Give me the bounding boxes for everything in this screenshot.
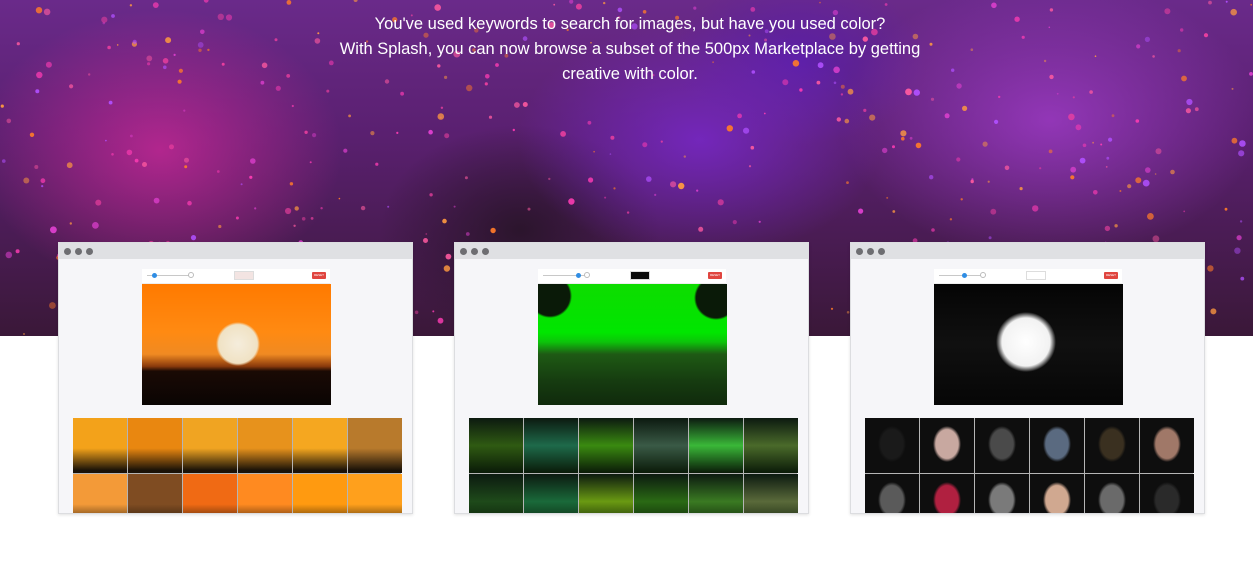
result-thumbnail[interactable] <box>524 418 578 473</box>
results-grid <box>469 418 798 513</box>
brightness-slider-track[interactable] <box>939 275 983 276</box>
reset-button[interactable]: RESET <box>1104 272 1118 279</box>
result-thumbnail[interactable] <box>348 474 402 513</box>
result-thumbnail[interactable] <box>128 418 182 473</box>
window-dot-icon <box>75 248 82 255</box>
window-dot-icon <box>482 248 489 255</box>
result-thumbnail[interactable] <box>634 418 688 473</box>
result-thumbnail[interactable] <box>73 418 127 473</box>
result-thumbnail[interactable] <box>469 474 523 513</box>
window-titlebar <box>455 243 808 259</box>
browser-window-mono: RESET <box>850 242 1205 514</box>
color-drawing-canvas[interactable] <box>934 284 1123 405</box>
result-thumbnail[interactable] <box>689 418 743 473</box>
result-thumbnail[interactable] <box>975 418 1029 473</box>
color-swatch[interactable] <box>234 271 254 280</box>
results-grid <box>865 418 1194 513</box>
reset-button[interactable]: RESET <box>708 272 722 279</box>
window-dot-icon <box>856 248 863 255</box>
result-thumbnail[interactable] <box>238 474 292 513</box>
brightness-slider-end <box>188 272 194 278</box>
result-thumbnail[interactable] <box>744 474 798 513</box>
brightness-slider-knob[interactable] <box>576 273 581 278</box>
hero-line-2: With Splash, you can now browse a subset… <box>339 40 921 58</box>
result-thumbnail[interactable] <box>1030 474 1084 513</box>
brightness-slider-end <box>584 272 590 278</box>
result-thumbnail[interactable] <box>744 418 798 473</box>
result-thumbnail[interactable] <box>689 474 743 513</box>
result-thumbnail[interactable] <box>1140 474 1194 513</box>
result-thumbnail[interactable] <box>293 474 347 513</box>
result-thumbnail[interactable] <box>293 418 347 473</box>
result-thumbnail[interactable] <box>920 474 974 513</box>
result-thumbnail[interactable] <box>73 474 127 513</box>
result-thumbnail[interactable] <box>348 418 402 473</box>
hero-description: You've used keywords to search for image… <box>300 12 960 87</box>
window-dot-icon <box>878 248 885 255</box>
result-thumbnail[interactable] <box>1140 418 1194 473</box>
window-titlebar <box>59 243 412 259</box>
color-toolbar: RESET <box>538 269 726 284</box>
result-thumbnail[interactable] <box>183 474 237 513</box>
window-dot-icon <box>460 248 467 255</box>
window-dot-icon <box>471 248 478 255</box>
color-toolbar: RESET <box>934 269 1122 284</box>
result-thumbnail[interactable] <box>183 418 237 473</box>
color-swatch[interactable] <box>630 271 650 280</box>
result-thumbnail[interactable] <box>865 418 919 473</box>
result-thumbnail[interactable] <box>1085 418 1139 473</box>
result-thumbnail[interactable] <box>865 474 919 513</box>
result-thumbnail[interactable] <box>128 474 182 513</box>
result-thumbnail[interactable] <box>634 474 688 513</box>
result-thumbnail[interactable] <box>975 474 1029 513</box>
result-thumbnail[interactable] <box>579 474 633 513</box>
color-drawing-canvas[interactable] <box>142 284 331 405</box>
result-thumbnail[interactable] <box>524 474 578 513</box>
results-grid <box>73 418 402 513</box>
brightness-slider-knob[interactable] <box>152 273 157 278</box>
color-drawing-canvas[interactable] <box>538 284 727 405</box>
brightness-slider-knob[interactable] <box>962 273 967 278</box>
result-thumbnail[interactable] <box>1030 418 1084 473</box>
hero-line-3: creative with color. <box>562 65 698 83</box>
window-titlebar <box>851 243 1204 259</box>
color-toolbar: RESET <box>142 269 330 284</box>
window-dot-icon <box>867 248 874 255</box>
result-thumbnail[interactable] <box>238 418 292 473</box>
window-dot-icon <box>86 248 93 255</box>
result-thumbnail[interactable] <box>920 418 974 473</box>
hero-line-1: You've used keywords to search for image… <box>374 15 886 33</box>
browser-window-green: RESET <box>454 242 809 514</box>
browser-window-orange: RESET <box>58 242 413 514</box>
reset-button[interactable]: RESET <box>312 272 326 279</box>
color-swatch[interactable] <box>1026 271 1046 280</box>
window-dot-icon <box>64 248 71 255</box>
result-thumbnail[interactable] <box>1085 474 1139 513</box>
brightness-slider-end <box>980 272 986 278</box>
result-thumbnail[interactable] <box>579 418 633 473</box>
result-thumbnail[interactable] <box>469 418 523 473</box>
